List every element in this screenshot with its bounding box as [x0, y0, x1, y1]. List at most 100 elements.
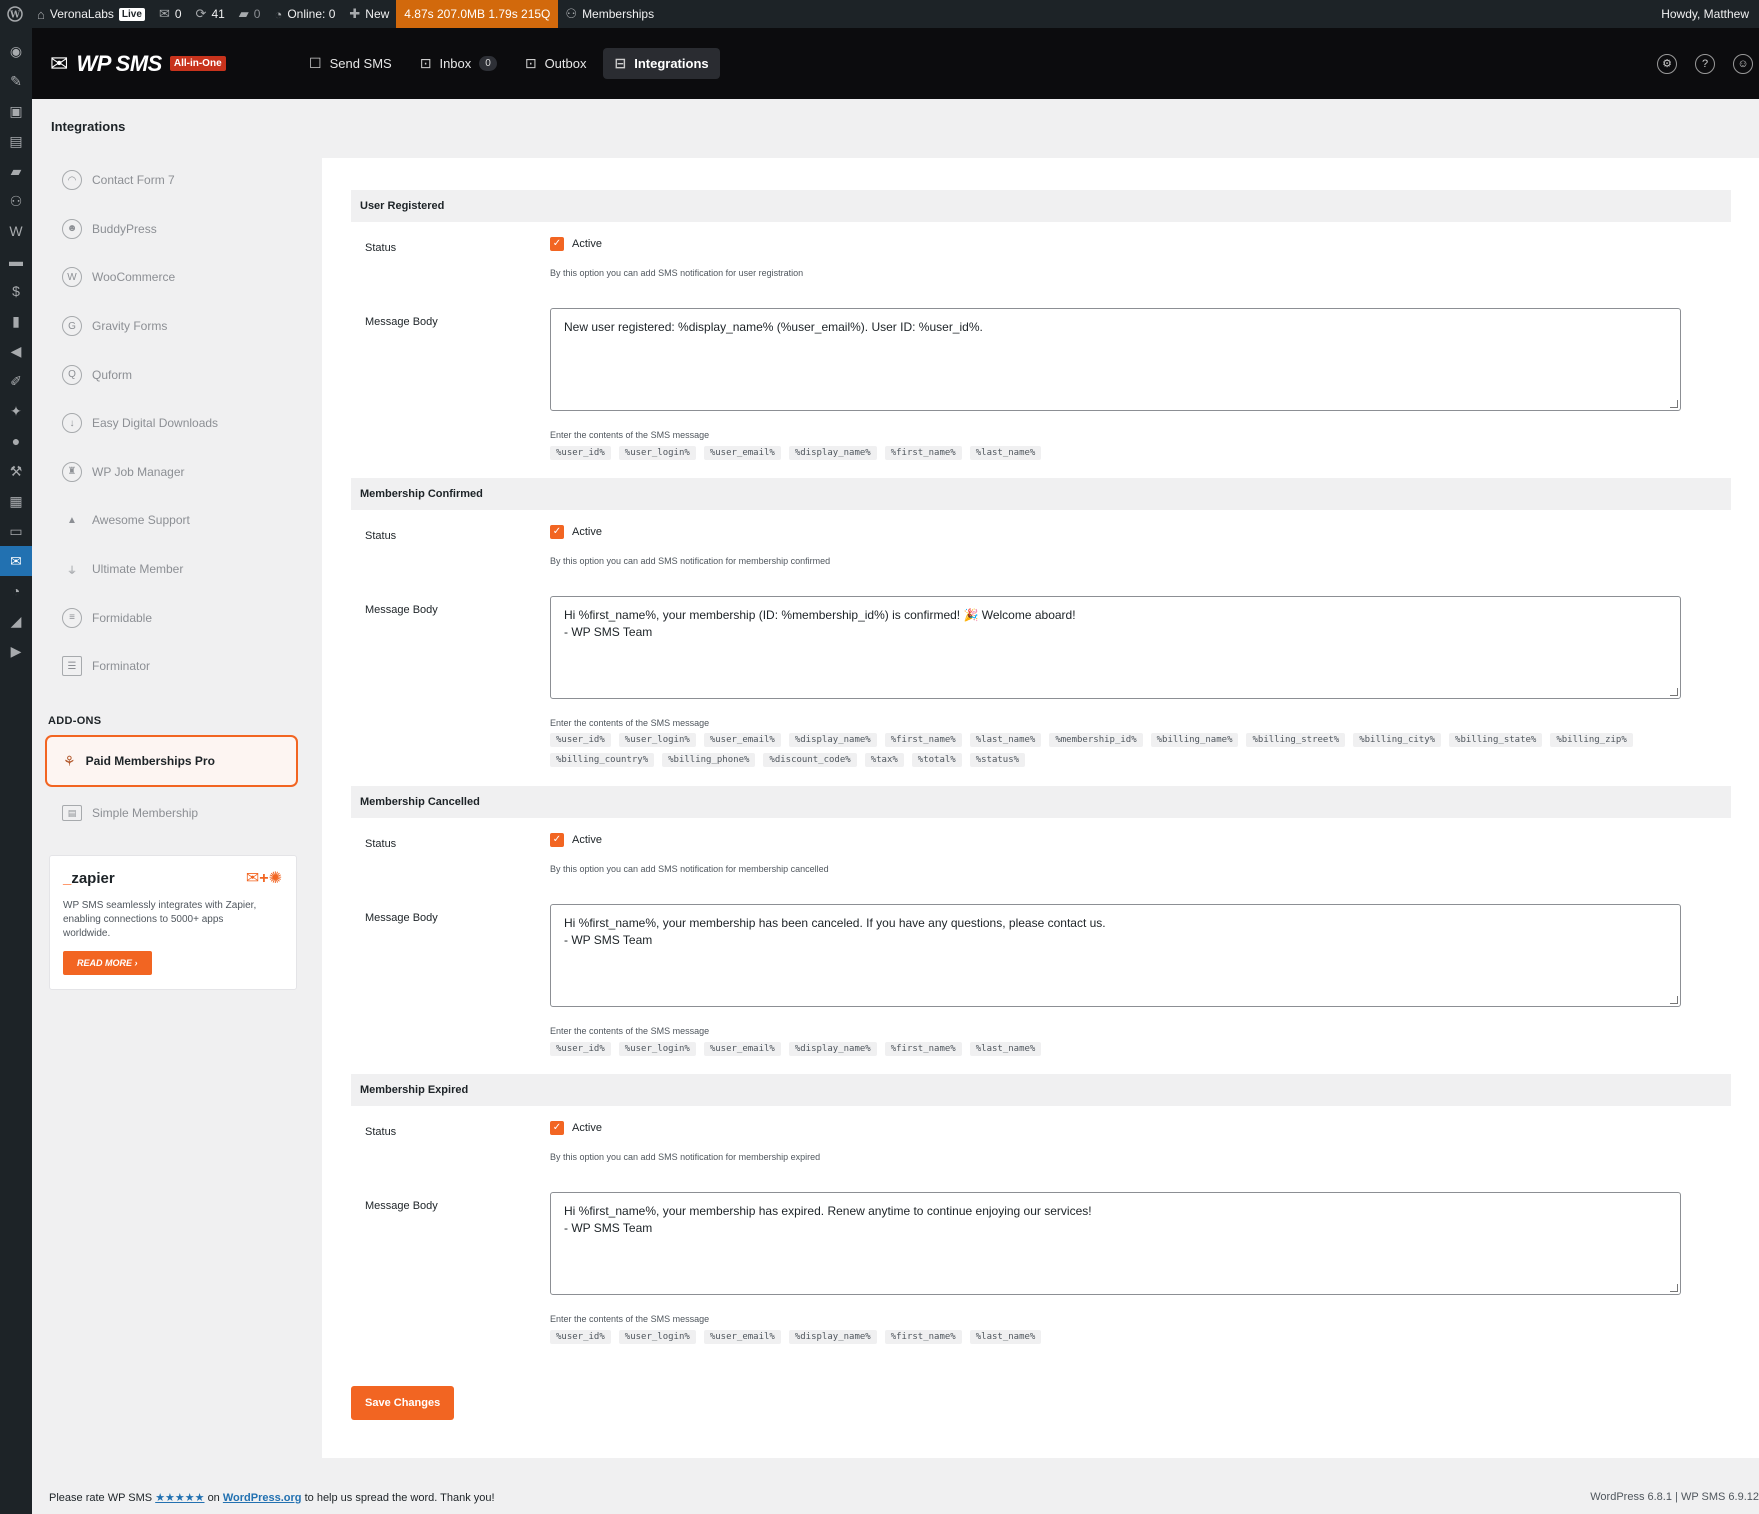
nav-outbox[interactable]: ⊡ Outbox — [514, 48, 598, 79]
save-changes-button[interactable]: Save Changes — [351, 1386, 455, 1420]
variable-tag[interactable]: %billing_zip% — [1550, 733, 1633, 747]
tools-icon[interactable]: ⚒ — [0, 456, 32, 486]
variable-tag[interactable]: %user_id% — [550, 733, 611, 747]
variable-tag[interactable]: %user_email% — [703, 446, 781, 460]
admin-bar-account[interactable]: Howdy, Matthew — [1654, 0, 1759, 28]
help-icon[interactable]: ? — [1695, 53, 1715, 74]
variable-tag[interactable]: %billing_country% — [550, 753, 655, 767]
comments-icon[interactable]: ▰ — [0, 156, 32, 186]
wordpress-logo-icon[interactable]: W — [0, 0, 30, 28]
admin-bar-query-monitor[interactable]: 4.87s 207.0MB 1.79s 215Q — [396, 0, 559, 28]
sidebar-item-awesome-support[interactable]: ▲ Awesome Support — [46, 496, 306, 545]
variable-tag[interactable]: %last_name% — [969, 1042, 1042, 1056]
pin-icon[interactable]: ✎ — [0, 66, 32, 96]
products-icon[interactable]: ▬ — [0, 246, 32, 276]
users-icon[interactable]: ● — [0, 426, 32, 456]
analytics-icon[interactable]: ▮ — [0, 306, 32, 336]
smiley-icon[interactable]: ☺ — [1733, 53, 1753, 74]
groups-icon[interactable]: ⚇ — [0, 186, 32, 216]
variable-tag[interactable]: %billing_name% — [1150, 733, 1239, 747]
variable-tag[interactable]: %status% — [969, 753, 1026, 767]
wp-sms-logo[interactable]: ✉ WP SMS All-in-One — [50, 51, 278, 77]
variable-tag[interactable]: %display_name% — [788, 1330, 877, 1344]
settings-gear-icon[interactable]: ⚙ — [1657, 53, 1677, 74]
variable-tag[interactable]: %billing_street% — [1246, 733, 1346, 747]
variable-tag[interactable]: %user_login% — [618, 733, 696, 747]
variable-tag[interactable]: %display_name% — [788, 446, 877, 460]
active-checkbox[interactable]: ✓ — [550, 237, 564, 251]
sidebar-item-paid-memberships-pro[interactable]: ⚘ Paid Memberships Pro — [45, 735, 298, 787]
message-body-textarea[interactable]: Hi %first_name%, your membership (ID: %m… — [550, 596, 1681, 699]
sidebar-item-woocommerce[interactable]: W WooCommerce — [46, 253, 306, 302]
marketing-icon[interactable]: ◀ — [0, 336, 32, 366]
sidebar-item-easy-digital-downloads[interactable]: ↓ Easy Digital Downloads — [46, 399, 306, 448]
media-icon[interactable]: ▣ — [0, 96, 32, 126]
admin-bar-online[interactable]: ◔ Online: 0 — [267, 0, 342, 28]
rating-stars-link[interactable]: ★★★★★ — [155, 1492, 204, 1504]
active-checkbox[interactable]: ✓ — [550, 525, 564, 539]
variable-tag[interactable]: %last_name% — [969, 446, 1042, 460]
variable-tag[interactable]: %user_id% — [550, 1042, 611, 1056]
admin-bar-site[interactable]: ⌂ VeronaLabs Live — [30, 0, 152, 28]
settings-icon[interactable]: ▦ — [0, 486, 32, 516]
variable-tag[interactable]: %display_name% — [788, 1042, 877, 1056]
sidebar-item-ultimate-member[interactable]: ⏚ Ultimate Member — [46, 545, 306, 594]
wordpress-org-link[interactable]: WordPress.org — [223, 1492, 302, 1504]
admin-bar-mail[interactable]: ✉ 0 — [152, 0, 189, 28]
plugins-icon[interactable]: ✦ — [0, 396, 32, 426]
nav-inbox[interactable]: ⊡ Inbox 0 — [409, 48, 508, 79]
variable-tag[interactable]: %last_name% — [969, 1330, 1042, 1344]
variable-tag[interactable]: %user_login% — [618, 446, 696, 460]
sidebar-item-forminator[interactable]: ☰ Forminator — [46, 642, 306, 691]
payments-icon[interactable]: $ — [0, 276, 32, 306]
admin-bar-updates[interactable]: ⟳ 41 — [189, 0, 232, 28]
sms-icon[interactable]: ✉ — [0, 546, 32, 576]
dashboard-icon[interactable]: ◉ — [0, 36, 32, 66]
variable-tag[interactable]: %first_name% — [884, 1042, 962, 1056]
statistics-icon[interactable]: ◔ — [0, 576, 32, 606]
variable-tag[interactable]: %user_login% — [618, 1330, 696, 1344]
admin-bar-comments[interactable]: ▰ 0 — [232, 0, 268, 28]
sidebar-item-wp-job-manager[interactable]: ♜ WP Job Manager — [46, 448, 306, 497]
sidebar-item-contact-form-7[interactable]: ◠ Contact Form 7 — [46, 156, 306, 205]
variable-tag[interactable]: %first_name% — [884, 1330, 962, 1344]
reports-icon[interactable]: ◢ — [0, 606, 32, 636]
pages-icon[interactable]: ▤ — [0, 126, 32, 156]
variable-tag[interactable]: %user_id% — [550, 1330, 611, 1344]
variable-tag[interactable]: %first_name% — [884, 446, 962, 460]
sidebar-item-simple-membership[interactable]: ▤ Simple Membership — [46, 789, 306, 837]
collapse-icon[interactable]: ▶ — [0, 636, 32, 666]
forms-icon[interactable]: ▭ — [0, 516, 32, 546]
variable-tag[interactable]: %first_name% — [884, 733, 962, 747]
admin-bar-memberships[interactable]: ⚇ Memberships — [558, 0, 661, 28]
variable-tag[interactable]: %user_email% — [703, 733, 781, 747]
nav-send-sms[interactable]: ☐ Send SMS — [298, 48, 403, 79]
sidebar-item-buddypress[interactable]: ☻ BuddyPress — [46, 205, 306, 254]
woocommerce-icon[interactable]: W — [0, 216, 32, 246]
active-checkbox[interactable]: ✓ — [550, 833, 564, 847]
admin-bar-new[interactable]: ✚ New — [342, 0, 396, 28]
message-body-textarea[interactable]: Hi %first_name%, your membership has bee… — [550, 904, 1681, 1007]
active-checkbox[interactable]: ✓ — [550, 1121, 564, 1135]
message-body-textarea[interactable]: Hi %first_name%, your membership has exp… — [550, 1192, 1681, 1295]
read-more-button[interactable]: READ MORE › — [63, 951, 152, 975]
variable-tag[interactable]: %billing_city% — [1353, 733, 1442, 747]
variable-tag[interactable]: %billing_phone% — [662, 753, 756, 767]
variable-tag[interactable]: %display_name% — [788, 733, 877, 747]
appearance-icon[interactable]: ✐ — [0, 366, 32, 396]
nav-integrations[interactable]: ⊟ Integrations — [603, 48, 720, 79]
sidebar-item-gravity-forms[interactable]: G Gravity Forms — [46, 302, 306, 351]
variable-tag[interactable]: %user_login% — [618, 1042, 696, 1056]
variable-tag[interactable]: %membership_id% — [1049, 733, 1143, 747]
variable-tag[interactable]: %user_email% — [703, 1330, 781, 1344]
variable-tag[interactable]: %user_email% — [703, 1042, 781, 1056]
variable-tag[interactable]: %billing_state% — [1449, 733, 1543, 747]
message-body-textarea[interactable]: New user registered: %display_name% (%us… — [550, 308, 1681, 411]
sidebar-item-quform[interactable]: Q Quform — [46, 350, 306, 399]
variable-tag[interactable]: %user_id% — [550, 446, 611, 460]
variable-tag[interactable]: %discount_code% — [763, 753, 857, 767]
sidebar-item-formidable[interactable]: ≡ Formidable — [46, 593, 306, 642]
variable-tag[interactable]: %tax% — [864, 753, 904, 767]
variable-tag[interactable]: %last_name% — [969, 733, 1042, 747]
variable-tag[interactable]: %total% — [911, 753, 962, 767]
